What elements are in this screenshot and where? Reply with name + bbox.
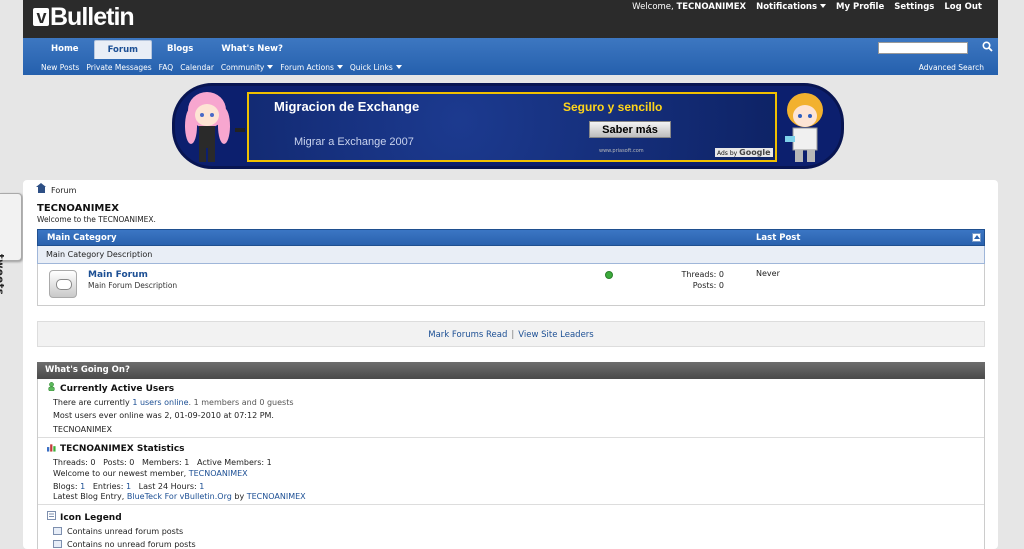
breadcrumb-forum[interactable]: Forum — [51, 186, 76, 195]
category-description: Main Category Description — [37, 246, 985, 264]
welcome-message: Welcome to the TECNOANIMEX. — [37, 215, 156, 224]
chevron-down-icon — [267, 65, 274, 69]
mark-forums-read-link[interactable]: Mark Forums Read — [428, 330, 507, 340]
chevron-down-icon — [395, 65, 402, 69]
banner-tagline: Seguro y sencillo — [563, 100, 663, 114]
new-posts-link[interactable]: New Posts — [41, 63, 79, 72]
tab-blogs[interactable]: Blogs — [154, 40, 206, 59]
legend-read: Contains no unread forum posts — [53, 540, 196, 549]
last-post-header: Last Post — [756, 233, 801, 243]
rss-status-icon — [605, 271, 613, 279]
latest-blog-link[interactable]: BlueTeck For vBulletin.Org — [127, 492, 232, 501]
ads-by-google[interactable]: Ads by Google — [715, 148, 773, 157]
vbulletin-logo[interactable]: v Bulletin — [33, 3, 135, 32]
faq-link[interactable]: FAQ — [159, 63, 174, 72]
legend-unread: Contains unread forum posts — [53, 527, 183, 536]
saber-mas-button[interactable]: Saber más — [589, 121, 671, 138]
separator: | — [511, 330, 515, 340]
my-profile-link[interactable]: My Profile — [836, 2, 884, 12]
most-users-line: Most users ever online was 2, 01-09-2010… — [53, 411, 274, 420]
notifications-menu[interactable]: Notifications — [756, 2, 827, 12]
statistics-section: TECNOANIMEX Statistics Threads: 0 Posts:… — [38, 438, 984, 505]
banner-title: Migracion de Exchange — [274, 99, 420, 114]
tab-whats-new[interactable]: What's New? — [208, 40, 296, 59]
blogs-count-link[interactable]: 1 — [80, 482, 85, 491]
latest-blog-line: Latest Blog Entry, BlueTeck For vBulleti… — [53, 492, 306, 501]
forum-stats: Threads: 0 Posts: 0 — [628, 269, 724, 291]
community-menu[interactable]: Community — [221, 63, 274, 72]
users-icon — [48, 382, 55, 391]
banner-ad[interactable]: Migracion de Exchange Migrar a Exchange … — [172, 83, 844, 169]
forum-status-icon — [49, 270, 77, 298]
search-icon — [982, 41, 993, 52]
forum-actions-bar: Mark Forums Read | View Site Leaders — [37, 321, 985, 347]
calendar-link[interactable]: Calendar — [180, 63, 214, 72]
newest-member-line: Welcome to our newest member, TECNOANIME… — [53, 469, 248, 478]
welcome-text: Welcome, — [632, 2, 674, 12]
posts-count: Posts: 0 — [692, 281, 724, 290]
category-header: Main Category Last Post — [37, 229, 985, 246]
blog-author-link[interactable]: TECNOANIMEX — [247, 492, 306, 501]
bar-chart-icon — [47, 444, 56, 452]
chevron-down-icon — [820, 4, 827, 8]
banner-panel: Migracion de Exchange Migrar a Exchange … — [247, 92, 777, 162]
sub-navigation: New Posts Private Messages FAQ Calendar … — [41, 63, 402, 72]
forum-actions-menu[interactable]: Forum Actions — [280, 63, 343, 72]
icon-legend-heading: Icon Legend — [60, 513, 122, 523]
last-24-hours-link[interactable]: 1 — [199, 482, 204, 491]
online-user-link[interactable]: TECNOANIMEX — [53, 425, 112, 434]
read-forum-icon — [53, 540, 62, 548]
private-messages-link[interactable]: Private Messages — [86, 63, 151, 72]
navbar: Home Forum Blogs What's New? New Posts P… — [23, 38, 998, 75]
main-tabs: Home Forum Blogs What's New? — [38, 40, 298, 59]
tweets-side-tab[interactable]: tweets — [0, 193, 22, 295]
blog-stats-line: Blogs: 1 Entries: 1 Last 24 Hours: 1 — [53, 482, 205, 491]
unread-forum-icon — [53, 527, 62, 535]
users-online-link[interactable]: 1 users online — [132, 398, 188, 407]
search-input[interactable] — [878, 42, 968, 54]
main-content: Forum TECNOANIMEX Welcome to the TECNOAN… — [23, 180, 998, 549]
anime-girl-image — [185, 92, 245, 162]
category-name-link[interactable]: Main Category — [47, 233, 117, 243]
forum-name-link[interactable]: Main Forum — [88, 270, 148, 280]
stats-counts: Threads: 0 Posts: 0 Members: 1 Active Me… — [53, 458, 272, 467]
users-online-line: There are currently 1 users online. 1 me… — [53, 398, 294, 407]
quick-links-menu[interactable]: Quick Links — [350, 63, 402, 72]
user-links: Welcome, TECNOANIMEX Notifications My Pr… — [632, 2, 982, 12]
home-icon[interactable] — [36, 183, 46, 193]
newest-member-link[interactable]: TECNOANIMEX — [189, 469, 248, 478]
banner-url: www.priasoft.com — [599, 148, 644, 154]
view-site-leaders-link[interactable]: View Site Leaders — [518, 330, 593, 340]
last-post-value: Never — [756, 269, 780, 278]
tab-home[interactable]: Home — [38, 40, 92, 59]
entries-count-link[interactable]: 1 — [126, 482, 131, 491]
username-link[interactable]: TECNOANIMEX — [676, 2, 746, 12]
active-users-heading: Currently Active Users — [60, 384, 175, 394]
logout-link[interactable]: Log Out — [944, 2, 982, 12]
search-button[interactable] — [981, 41, 994, 54]
icon-legend-section: Icon Legend Contains unread forum posts … — [38, 505, 984, 549]
banner-subtitle: Migrar a Exchange 2007 — [294, 136, 414, 148]
threads-count: Threads: 0 — [681, 270, 724, 279]
collapse-icon[interactable] — [972, 233, 981, 242]
chevron-down-icon — [336, 65, 343, 69]
tab-forum[interactable]: Forum — [93, 40, 152, 59]
settings-link[interactable]: Settings — [894, 2, 934, 12]
statistics-heading: TECNOANIMEX Statistics — [60, 444, 185, 454]
anime-boy-image — [785, 93, 823, 162]
top-bar: v Bulletin Welcome, TECNOANIMEX Notificat… — [23, 0, 998, 38]
whats-going-on-body: Currently Active Users There are current… — [37, 379, 985, 549]
forum-description: Main Forum Description — [88, 281, 178, 290]
page-title: TECNOANIMEX — [37, 203, 119, 214]
breadcrumb: Forum — [36, 183, 76, 195]
forum-row: Main Forum Main Forum Description Thread… — [37, 264, 985, 306]
advanced-search-link[interactable]: Advanced Search — [919, 63, 984, 72]
whats-going-on-header: What's Going On? — [37, 362, 985, 379]
active-users-section: Currently Active Users There are current… — [38, 379, 984, 438]
legend-icon — [47, 511, 56, 520]
